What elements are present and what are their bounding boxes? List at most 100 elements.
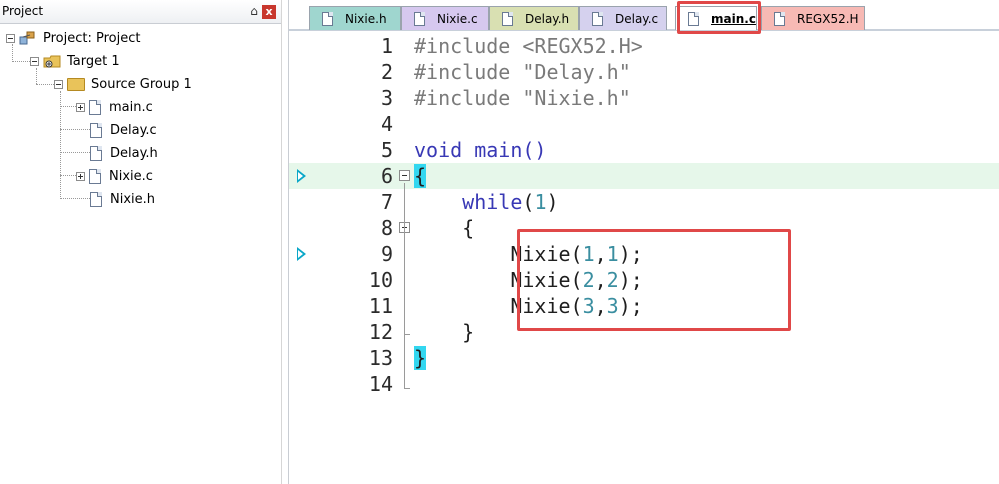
line-number: 14 bbox=[368, 372, 393, 396]
breakpoint-arrow-icon bbox=[297, 247, 306, 261]
project-pane-title: Project bbox=[2, 4, 44, 18]
tab-nixie-h[interactable]: Nixie.h bbox=[309, 6, 401, 30]
file-icon bbox=[502, 11, 513, 26]
code-line[interactable]: 13 } bbox=[289, 345, 999, 371]
file-icon bbox=[90, 191, 102, 207]
line-number: 1 bbox=[380, 34, 393, 58]
tab-delay-h[interactable]: Delay.h bbox=[489, 6, 579, 30]
collapse-icon[interactable] bbox=[54, 79, 63, 89]
collapse-icon[interactable] bbox=[6, 33, 15, 43]
file-icon bbox=[592, 11, 603, 26]
project-pane-header: Project ⌂ x bbox=[0, 0, 281, 24]
line-number: 6 bbox=[380, 164, 393, 188]
fold-collapse-icon[interactable] bbox=[399, 170, 410, 181]
editor-area: Nixie.h Nixie.c Delay.h Delay.c main.c R… bbox=[288, 0, 999, 484]
annotation-box-code bbox=[517, 229, 791, 331]
tree-item-label: Delay.h bbox=[110, 145, 158, 161]
tree-item-source-group[interactable]: Source Group 1 bbox=[54, 74, 192, 94]
tree-connector bbox=[12, 61, 30, 62]
file-icon bbox=[322, 11, 333, 26]
fold-guide bbox=[404, 334, 410, 335]
tree-item-label: main.c bbox=[109, 99, 153, 115]
code-text: { bbox=[414, 163, 427, 189]
tree-connector bbox=[60, 91, 61, 199]
annotation-box-tab bbox=[677, 1, 761, 34]
tab-label: Delay.c bbox=[615, 11, 659, 26]
tree-item-label: Nixie.h bbox=[110, 191, 156, 207]
file-icon bbox=[89, 168, 101, 184]
tree-item-label: Nixie.c bbox=[109, 168, 153, 184]
project-pane: Project ⌂ x Project: Project Target 1 So… bbox=[0, 0, 282, 484]
tree-connector bbox=[36, 84, 54, 85]
file-icon bbox=[90, 145, 102, 161]
code-line[interactable]: 1 #include <REGX52.H> bbox=[289, 33, 999, 59]
tree-item-label: Target 1 bbox=[67, 53, 120, 69]
code-text: while(1) bbox=[462, 190, 559, 214]
file-icon bbox=[90, 122, 102, 138]
tree-item-file[interactable]: main.c bbox=[76, 97, 153, 117]
code-line[interactable]: 4 bbox=[289, 111, 999, 137]
line-number: 10 bbox=[368, 268, 393, 292]
code-text: void main() bbox=[414, 138, 547, 162]
line-number: 5 bbox=[380, 138, 393, 162]
tree-connector bbox=[60, 175, 76, 176]
tree-connector bbox=[60, 198, 90, 199]
tree-item-file[interactable]: Delay.h bbox=[90, 143, 158, 163]
code-line[interactable]: 7 while(1) bbox=[289, 189, 999, 215]
tree-item-project[interactable]: Project: Project bbox=[6, 28, 140, 48]
code-line[interactable]: 14 bbox=[289, 371, 999, 397]
tab-delay-c[interactable]: Delay.c bbox=[579, 6, 667, 30]
collapse-icon[interactable] bbox=[30, 56, 39, 66]
code-line[interactable]: 5 void main() bbox=[289, 137, 999, 163]
tree-connector bbox=[60, 152, 90, 153]
tab-nixie-c[interactable]: Nixie.c bbox=[401, 6, 489, 30]
tab-label: Nixie.h bbox=[345, 11, 387, 26]
code-line-current[interactable]: 6 { bbox=[289, 163, 999, 189]
tab-regx52-h[interactable]: REGX52.H bbox=[761, 6, 865, 30]
line-number: 11 bbox=[368, 294, 393, 318]
file-icon bbox=[414, 11, 425, 26]
code-text: } bbox=[414, 345, 427, 371]
tree-item-file[interactable]: Delay.c bbox=[90, 120, 157, 140]
tree-item-label: Source Group 1 bbox=[91, 76, 192, 92]
tab-label: Nixie.c bbox=[437, 11, 478, 26]
expand-icon[interactable] bbox=[76, 171, 85, 181]
line-number: 2 bbox=[380, 60, 393, 84]
line-number: 4 bbox=[380, 112, 393, 136]
tab-label: Delay.h bbox=[525, 11, 570, 26]
tree-item-label: Delay.c bbox=[110, 122, 157, 138]
expand-icon[interactable] bbox=[76, 102, 85, 112]
code-text: #include <REGX52.H> bbox=[414, 34, 643, 58]
tree-item-file[interactable]: Nixie.h bbox=[90, 189, 155, 209]
line-number: 9 bbox=[380, 242, 393, 266]
project-icon bbox=[19, 31, 35, 45]
code-text: #include "Delay.h" bbox=[414, 60, 631, 84]
code-text: #include "Nixie.h" bbox=[414, 86, 631, 110]
code-text: } bbox=[414, 320, 475, 344]
fold-guide bbox=[404, 183, 405, 388]
line-number: 13 bbox=[368, 346, 393, 370]
tree-connector bbox=[60, 129, 90, 130]
line-number: 3 bbox=[380, 86, 393, 110]
file-icon bbox=[89, 99, 101, 115]
target-icon bbox=[43, 54, 61, 68]
brace-match: { bbox=[414, 164, 427, 188]
tab-label: REGX52.H bbox=[797, 11, 859, 26]
brace-match: } bbox=[414, 346, 427, 370]
line-number: 8 bbox=[380, 216, 393, 240]
close-pane-button[interactable]: x bbox=[262, 5, 276, 19]
file-icon bbox=[774, 11, 785, 26]
tree-item-file[interactable]: Nixie.c bbox=[76, 166, 153, 186]
tree-item-target[interactable]: Target 1 bbox=[30, 51, 120, 71]
current-line-arrow-icon bbox=[297, 169, 306, 183]
code-text: { bbox=[414, 216, 475, 240]
fold-guide bbox=[404, 388, 410, 389]
folder-icon bbox=[67, 77, 85, 91]
line-number: 12 bbox=[368, 320, 393, 344]
pin-icon[interactable]: ⌂ bbox=[247, 3, 261, 19]
code-line[interactable]: 2 #include "Delay.h" bbox=[289, 59, 999, 85]
tab-bar: Nixie.h Nixie.c Delay.h Delay.c main.c R… bbox=[289, 0, 999, 34]
tree-item-label: Project: Project bbox=[43, 30, 141, 46]
tree-connector bbox=[60, 106, 76, 107]
code-line[interactable]: 3 #include "Nixie.h" bbox=[289, 85, 999, 111]
